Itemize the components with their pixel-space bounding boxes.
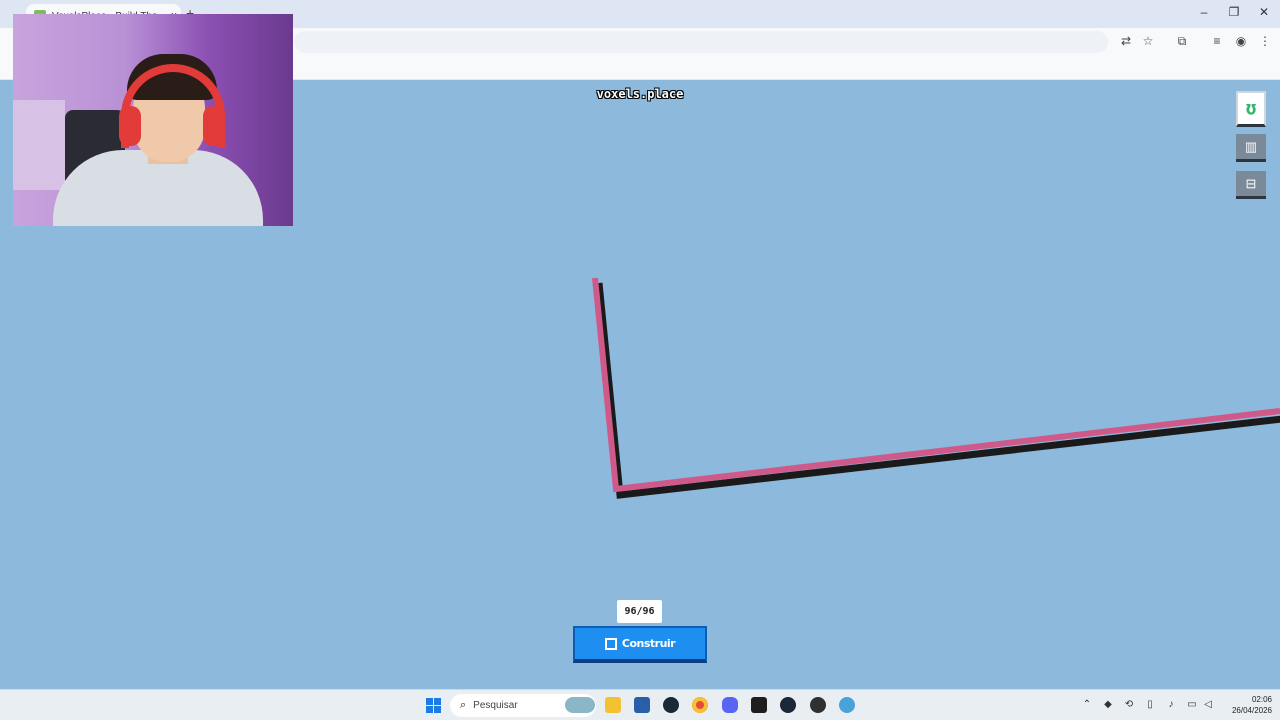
file-explorer-icon[interactable] — [605, 697, 621, 713]
webcam-shelf — [13, 100, 65, 190]
stats-icon: ▥ — [1244, 138, 1258, 154]
taskbar-search-placeholder: Pesquisar — [473, 700, 518, 711]
shop-icon: ⊟ — [1245, 175, 1257, 191]
path-shadow — [595, 282, 1280, 499]
edge-icon[interactable] — [839, 697, 855, 713]
discord-icon[interactable] — [722, 697, 738, 713]
game-title: voxels.place — [596, 87, 684, 101]
stats-button[interactable]: ▥ — [1236, 134, 1266, 162]
tray-volume-icon[interactable]: ◁ — [1201, 699, 1215, 710]
taskbar: ⌕ Pesquisar ⌃ ◆ ⟲ ▯ ♪ ▭ ◁ 02:06 26/04/20… — [0, 689, 1280, 720]
tray-mic-icon[interactable]: ♪ — [1164, 699, 1178, 710]
tray-app-icon[interactable]: ◆ — [1101, 699, 1115, 710]
tray-chevron-icon[interactable]: ⌃ — [1080, 699, 1094, 710]
chrome-icon[interactable] — [692, 697, 708, 713]
frame-icon — [604, 637, 617, 650]
terminal-icon[interactable] — [751, 697, 767, 713]
pixel-counter: 96/96 — [617, 600, 662, 623]
build-button[interactable]: Construir — [573, 626, 707, 663]
steam-alt-icon[interactable] — [780, 697, 796, 713]
webcam-headphone-right — [203, 106, 225, 146]
logo-button[interactable]: ʊ — [1236, 91, 1266, 127]
clock-time: 02:06 — [1251, 695, 1272, 704]
tray-sync-icon[interactable]: ⟲ — [1122, 699, 1136, 710]
store-icon[interactable] — [634, 697, 650, 713]
taskbar-clock[interactable]: 02:06 26/04/2026 — [1222, 694, 1272, 716]
shop-button[interactable]: ⊟ — [1236, 171, 1266, 199]
steam-icon[interactable] — [663, 697, 679, 713]
webcam-overlay — [13, 14, 293, 226]
tray-network-icon[interactable]: ▭ — [1185, 699, 1199, 710]
logo-icon: ʊ — [1245, 98, 1257, 119]
tray-battery-icon[interactable]: ▯ — [1143, 699, 1157, 710]
webcam-headphone-left — [119, 106, 141, 146]
obs-icon[interactable] — [810, 697, 826, 713]
widget-icon[interactable] — [565, 697, 595, 713]
clock-date: 26/04/2026 — [1231, 706, 1272, 715]
windows-start-icon[interactable] — [426, 698, 441, 713]
build-button-label: Construir — [621, 637, 676, 650]
search-icon: ⌕ — [460, 699, 467, 711]
